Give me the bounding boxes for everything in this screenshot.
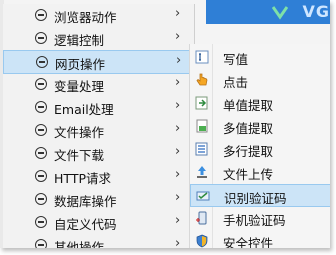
menu-item-other[interactable]: 其他操作 › xyxy=(3,234,195,248)
web-operations-submenu: 写值 点击 单值提取 多值提取 多行提取 文件上传 识别验证码 手机验证码 安全… xyxy=(189,44,330,248)
submenu-item-label: 手机验证码 xyxy=(223,213,286,228)
upload-icon xyxy=(197,166,207,178)
menu-item-label: 数据库操作 xyxy=(54,194,117,209)
screenshot-frame: VG 浏览器动作 › 逻辑控制 › 网页操作 › 变量处理 › Email处理 … xyxy=(0,0,330,248)
expand-circle-icon xyxy=(35,216,47,228)
submenu-item-extract-multi[interactable]: 多值提取 xyxy=(190,115,330,138)
expand-circle-icon xyxy=(35,9,47,21)
chevron-right-icon: › xyxy=(175,6,181,21)
submenu-item-file-upload[interactable]: 文件上传 xyxy=(190,161,330,184)
menu-item-label: 文件下载 xyxy=(54,148,105,163)
menu-item-label: 其他操作 xyxy=(54,240,105,248)
submenu-item-click[interactable]: 点击 xyxy=(190,69,330,92)
menu-item-database[interactable]: 数据库操作 › xyxy=(3,188,195,212)
captcha-icon xyxy=(196,191,210,201)
expand-circle-icon xyxy=(35,78,47,90)
menu-item-label: HTTP请求 xyxy=(54,171,111,186)
text-cursor-icon xyxy=(195,50,209,64)
chevron-right-icon: › xyxy=(175,121,181,136)
expand-circle-icon xyxy=(35,239,47,248)
chevron-right-icon: › xyxy=(175,29,181,44)
expand-circle-icon xyxy=(35,193,47,205)
menu-item-browser-actions[interactable]: 浏览器动作 › xyxy=(3,4,195,28)
submenu-item-label: 多行提取 xyxy=(223,144,274,159)
chevron-right-icon: › xyxy=(175,190,181,205)
menu-item-label: 浏览器动作 xyxy=(54,10,117,25)
expand-circle-icon xyxy=(35,170,47,182)
phone-code-icon xyxy=(196,211,207,225)
chevron-right-icon: › xyxy=(175,236,181,248)
extract-single-icon xyxy=(195,96,208,110)
submenu-item-label: 识别验证码 xyxy=(224,191,287,206)
logo-mark-icon xyxy=(272,6,288,20)
submenu-item-label: 单值提取 xyxy=(223,98,274,113)
menu-item-file-ops[interactable]: 文件操作 › xyxy=(3,119,195,143)
expand-circle-icon xyxy=(35,32,47,44)
hand-pointer-icon xyxy=(196,73,208,86)
chevron-right-icon: › xyxy=(175,144,181,159)
submenu-item-phone-code[interactable]: 手机验证码 xyxy=(190,207,330,230)
menu-item-label: Email处理 xyxy=(54,102,114,117)
submenu-item-extract-single[interactable]: 单值提取 xyxy=(190,92,330,115)
shield-icon xyxy=(196,234,208,248)
extract-rows-icon xyxy=(195,142,208,156)
menu-item-logic-control[interactable]: 逻辑控制 › xyxy=(3,27,195,51)
menu-item-label: 自定义代码 xyxy=(54,217,117,232)
expand-circle-icon xyxy=(35,124,47,136)
submenu-item-extract-rows[interactable]: 多行提取 xyxy=(190,138,330,161)
submenu-item-security-control[interactable]: 安全控件 xyxy=(190,230,330,248)
submenu-item-label: 多值提取 xyxy=(223,121,274,136)
chevron-right-icon: › xyxy=(175,98,181,113)
menu-item-file-download[interactable]: 文件下载 › xyxy=(3,142,195,166)
menu-item-variables[interactable]: 变量处理 › xyxy=(3,73,195,97)
menu-item-http-request[interactable]: HTTP请求 › xyxy=(3,165,195,189)
banner-logo-text: VG xyxy=(302,2,330,21)
expand-circle-icon xyxy=(36,56,48,68)
extract-multi-icon xyxy=(196,119,208,133)
chevron-right-icon: › xyxy=(175,75,181,90)
menu-item-web-operations[interactable]: 网页操作 › xyxy=(3,50,195,74)
expand-circle-icon xyxy=(35,101,47,113)
submenu-item-label: 点击 xyxy=(223,75,249,90)
menu-item-label: 文件操作 xyxy=(54,125,105,140)
action-category-menu: 浏览器动作 › 逻辑控制 › 网页操作 › 变量处理 › Email处理 › 文… xyxy=(3,4,195,248)
expand-circle-icon xyxy=(35,147,47,159)
menu-item-email[interactable]: Email处理 › xyxy=(3,96,195,120)
submenu-item-write-value[interactable]: 写值 xyxy=(190,46,330,69)
submenu-item-label: 安全控件 xyxy=(223,236,274,248)
chevron-right-icon: › xyxy=(176,53,182,68)
menu-item-label: 变量处理 xyxy=(54,79,105,94)
menu-item-label: 网页操作 xyxy=(55,57,106,72)
menu-item-label: 逻辑控制 xyxy=(54,33,105,48)
chevron-right-icon: › xyxy=(175,167,181,182)
menu-item-custom-code[interactable]: 自定义代码 › xyxy=(3,211,195,235)
submenu-item-label: 文件上传 xyxy=(223,167,274,182)
submenu-item-captcha[interactable]: 识别验证码 xyxy=(190,184,330,207)
submenu-item-label: 写值 xyxy=(223,52,249,67)
app-banner: VG xyxy=(206,0,330,24)
chevron-right-icon: › xyxy=(175,213,181,228)
